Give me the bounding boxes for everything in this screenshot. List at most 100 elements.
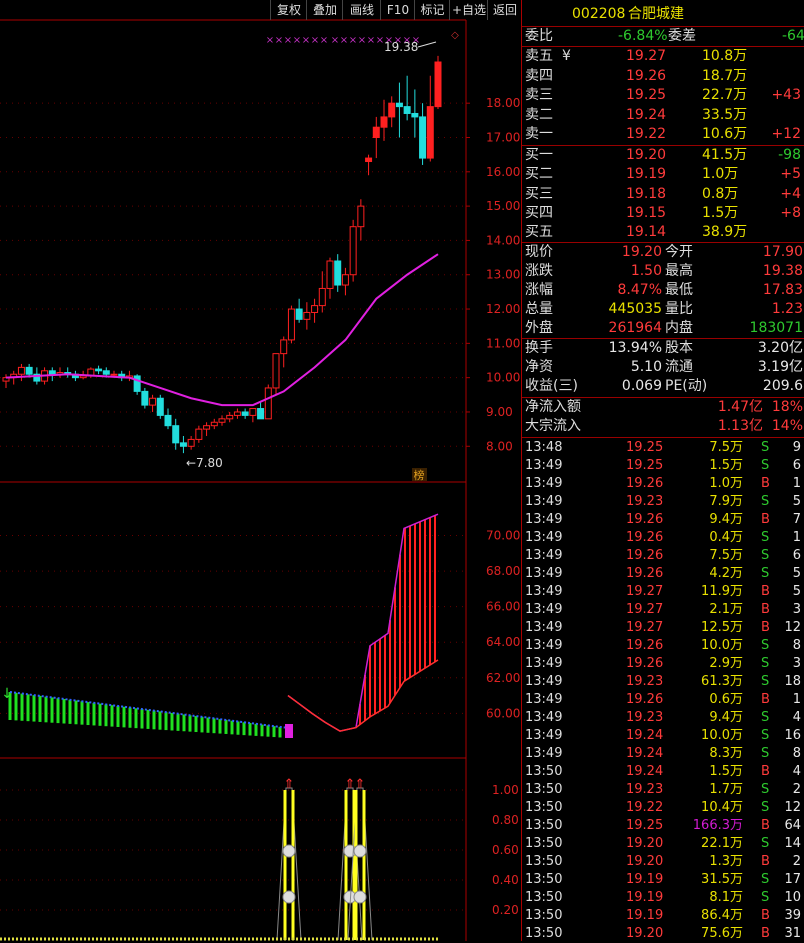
tick-price: 19.25 <box>626 458 664 473</box>
candle-body <box>272 353 280 389</box>
tick-side: B <box>761 764 770 779</box>
divider <box>522 437 804 438</box>
tick-row: 13:50 19.19 8.1万 S 10 <box>522 889 804 907</box>
toolbar-button-6[interactable]: 返回 <box>487 0 522 20</box>
quote-panel: 002208 合肥城建 委比 -6.84% 委差 -64 卖五 ¥19.27 10.… <box>521 0 804 941</box>
tick-time: 13:49 <box>525 602 563 617</box>
bid-row: 买二 19.19 1.0万 +5 <box>522 165 804 184</box>
tick-row: 13:48 19.25 7.5万 S 9 <box>522 439 804 457</box>
tick-count: 10 <box>784 890 801 905</box>
tick-row: 13:49 19.25 1.5万 S 6 <box>522 457 804 475</box>
flow-value: 1.13亿 <box>717 418 763 434</box>
tick-time: 13:50 <box>525 836 563 851</box>
tick-row: 13:49 19.26 1.0万 B 1 <box>522 475 804 493</box>
stat-row: 涨跌 1.50 最高 19.38 <box>522 262 804 281</box>
tick-time: 13:49 <box>525 746 563 761</box>
stat-row: 外盘 261964 内盘 183071 <box>522 319 804 338</box>
stock-name: 合肥城建 <box>628 6 684 22</box>
tick-time: 13:50 <box>525 926 563 941</box>
tick-price: 19.25 <box>626 818 664 833</box>
high-label: 19.38 <box>384 40 418 54</box>
tick-row: 13:49 19.24 8.3万 S 8 <box>522 745 804 763</box>
kline-chart-area[interactable]: 18.00 17.00 16.00 15.00 14.00 13.00 12.00 11.00… <box>0 0 521 941</box>
tick-row: 13:50 19.25 166.3万 B 64 <box>522 817 804 835</box>
stat-value: 19.38 <box>762 263 803 279</box>
fund-label: PE(动) <box>665 378 708 394</box>
indicator-tick-label: 62.00 <box>486 671 520 685</box>
coin-icon <box>353 890 367 904</box>
price-tick-label: 8.00 <box>486 439 513 453</box>
candle-body <box>318 287 326 307</box>
toolbar-button-4[interactable]: 标记 <box>414 0 450 20</box>
weibi-value: -6.84% <box>618 28 668 44</box>
signal-mark: × <box>293 35 301 46</box>
tick-count: 3 <box>792 602 801 617</box>
flow-label: 大宗流入 <box>525 418 581 434</box>
weibi-row: 委比 -6.84% 委差 -64 <box>522 27 804 46</box>
tick-volume: 10.0万 <box>701 638 743 653</box>
tick-row: 13:50 19.24 1.5万 B 4 <box>522 763 804 781</box>
stat-label: 最高 <box>665 263 693 279</box>
price-tick-label: 12.00 <box>486 302 520 316</box>
tick-row: 13:49 19.27 11.9万 B 5 <box>522 583 804 601</box>
tick-volume: 1.3万 <box>709 854 743 869</box>
tick-count: 2 <box>792 854 801 869</box>
price-tick-label: 9.00 <box>486 405 513 419</box>
candle-body <box>187 438 195 447</box>
bid-change: -98 <box>778 147 801 163</box>
tick-count: 17 <box>784 872 801 887</box>
ask-row: 卖三 19.25 22.7万 +43 <box>522 86 804 105</box>
signal-box <box>285 724 293 738</box>
candle-body <box>365 157 373 163</box>
tick-time: 13:49 <box>525 620 563 635</box>
tick-side: S <box>761 656 770 671</box>
tick-count: 2 <box>792 782 801 797</box>
tick-volume: 61.3万 <box>701 674 743 689</box>
tick-side: B <box>761 512 770 527</box>
stat-value: 1.23 <box>771 301 803 317</box>
price-tick-label: 10.00 <box>486 371 520 385</box>
bid-label: 买四 <box>525 204 553 221</box>
tick-price: 19.23 <box>626 710 664 725</box>
bid-change: +8 <box>780 204 801 221</box>
candle-body <box>311 305 319 313</box>
fund-value: 3.19亿 <box>757 359 803 375</box>
tick-row: 13:49 19.26 0.4万 S 1 <box>522 529 804 547</box>
tick-volume: 1.5万 <box>709 458 743 473</box>
tick-row: 13:49 19.26 10.0万 S 8 <box>522 637 804 655</box>
tick-count: 14 <box>784 836 801 851</box>
tick-side: S <box>761 530 770 545</box>
candle-body <box>303 311 311 320</box>
fund-label: 净资 <box>525 359 553 375</box>
toolbar-button-5[interactable]: +自选 <box>449 0 488 20</box>
down-arrow-icon: ↓ <box>1 686 13 702</box>
candle-body <box>172 425 180 444</box>
toolbar-button-2[interactable]: 画线 <box>342 0 381 20</box>
tick-price: 19.23 <box>626 782 664 797</box>
tick-volume: 1.5万 <box>709 764 743 779</box>
signal-spike <box>276 787 302 941</box>
candle-body <box>110 373 118 376</box>
kline-chart-svg[interactable]: 18.00 17.00 16.00 15.00 14.00 13.00 12.00 11.00… <box>0 0 521 941</box>
coin-icon <box>282 890 296 904</box>
fund-value: 209.6 <box>762 378 803 394</box>
bid-volume: 0.8万 <box>702 185 739 202</box>
toolbar-button-0[interactable]: 复权 <box>270 0 307 20</box>
bid-price: 19.19 <box>626 166 667 183</box>
toolbar-button-1[interactable]: 叠加 <box>306 0 343 20</box>
candle-body <box>133 375 141 392</box>
tick-side: S <box>761 458 770 473</box>
bid-row: 买一 19.20 41.5万 -98 <box>522 146 804 165</box>
tick-count: 5 <box>792 494 801 509</box>
tick-volume: 12.5万 <box>701 620 743 635</box>
up-arrow-icon: ⇑ <box>284 777 295 792</box>
tick-time: 13:49 <box>525 656 563 671</box>
candle-body <box>218 418 226 423</box>
tick-volume: 1.7万 <box>709 782 743 797</box>
signal-spike <box>337 787 363 941</box>
tick-side: S <box>761 728 770 743</box>
candle-body <box>341 274 349 286</box>
tick-volume: 9.4万 <box>709 710 743 725</box>
toolbar-button-3[interactable]: F10 <box>380 0 415 20</box>
tick-row: 13:49 19.24 10.0万 S 16 <box>522 727 804 745</box>
